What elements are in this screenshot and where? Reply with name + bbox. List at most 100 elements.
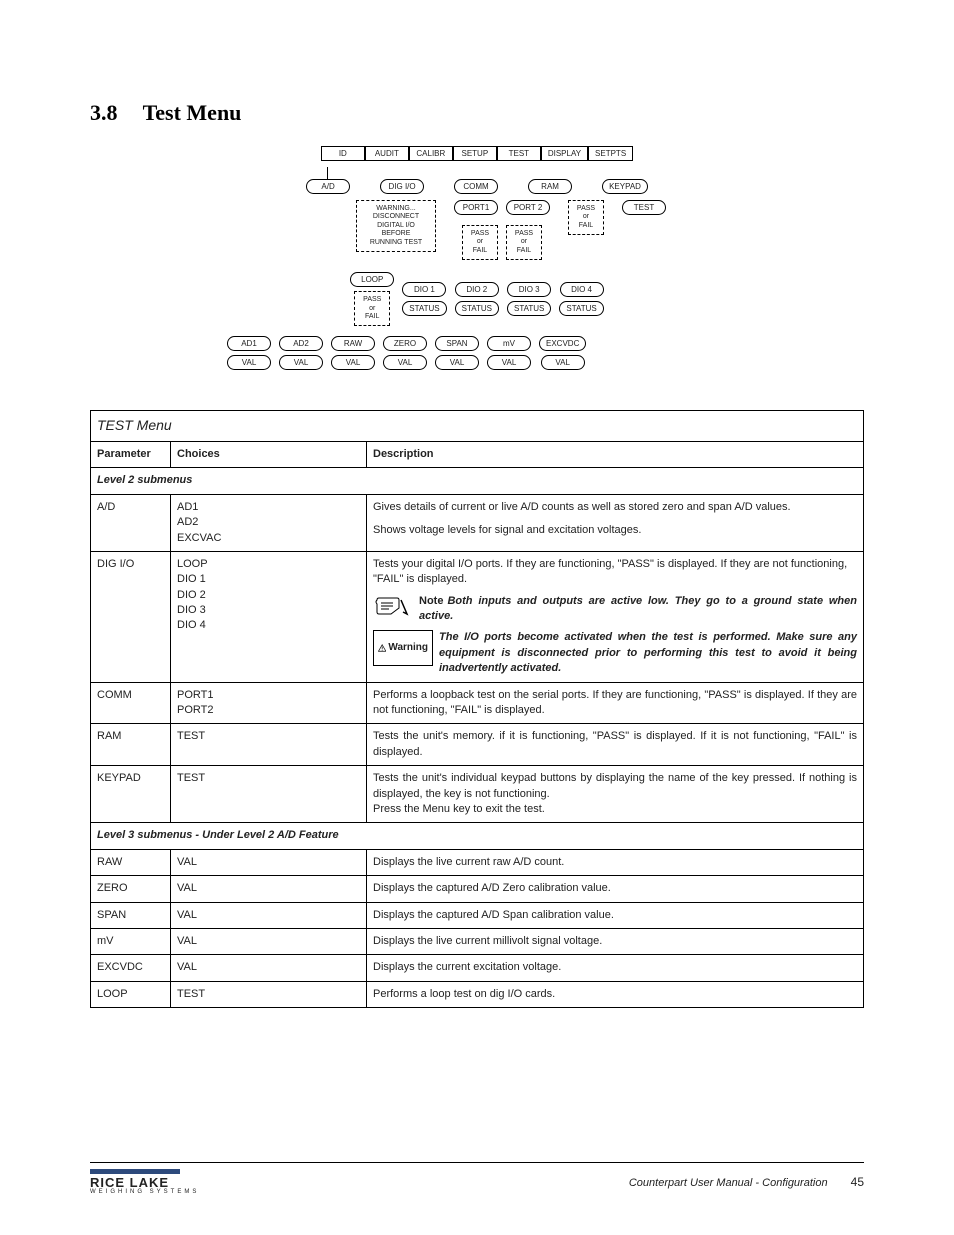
node-ad: A/D: [306, 179, 350, 194]
node-excvdc-val: VAL: [541, 355, 585, 370]
cell-choices: VAL: [171, 902, 367, 928]
cell-desc: Displays the live current raw A/D count.: [367, 849, 864, 875]
table-row: COMM PORT1 PORT2 Performs a loopback tes…: [91, 682, 864, 724]
cell-param: ZERO: [91, 876, 171, 902]
node-ram: RAM: [528, 179, 572, 194]
node-ad1-val: VAL: [227, 355, 271, 370]
cell-choices: VAL: [171, 955, 367, 981]
node-raw: RAW: [331, 336, 375, 351]
loop-result: PASS or FAIL: [354, 291, 390, 326]
cell-param: RAW: [91, 849, 171, 875]
menu-test: TEST: [497, 146, 541, 161]
cell-desc: Displays the captured A/D Span calibrati…: [367, 902, 864, 928]
note-callout: NoteBoth inputs and outputs are active l…: [373, 594, 857, 625]
cell-param: COMM: [91, 682, 171, 724]
note-icon: [373, 594, 413, 618]
cell-desc: Displays the captured A/D Zero calibrati…: [367, 876, 864, 902]
table-row: mV VAL Displays the live current millivo…: [91, 928, 864, 954]
warning-callout: Warning The I/O ports become activated w…: [373, 630, 857, 676]
node-dio1: DIO 1: [402, 282, 446, 297]
cell-choices: VAL: [171, 876, 367, 902]
table-row: DIG I/O LOOP DIO 1 DIO 2 DIO 3 DIO 4 Tes…: [91, 551, 864, 682]
cell-choices: TEST: [171, 724, 367, 766]
digio-warning-box: WARNING... DISCONNECT DIGITAL I/O BEFORE…: [356, 200, 436, 252]
note-body: NoteBoth inputs and outputs are active l…: [419, 594, 857, 625]
warning-label: Warning: [388, 641, 428, 655]
node-mv-val: VAL: [487, 355, 531, 370]
node-span-val: VAL: [435, 355, 479, 370]
table-row: KEYPAD TEST Tests the unit's individual …: [91, 766, 864, 823]
cell-param: RAM: [91, 724, 171, 766]
table-title: TEST Menu: [91, 411, 864, 442]
th-choices: Choices: [171, 441, 367, 467]
table-row: A/D AD1 AD2 EXCVAC Gives details of curr…: [91, 494, 864, 551]
node-ad1: AD1: [227, 336, 271, 351]
node-ad2: AD2: [279, 336, 323, 351]
node-zero: ZERO: [383, 336, 427, 351]
menu-setup: SETUP: [453, 146, 497, 161]
cell-desc: Tests the unit's individual keypad butto…: [367, 766, 864, 823]
desc-text: Gives details of current or live A/D cou…: [373, 500, 857, 515]
cell-choices: LOOP DIO 1 DIO 2 DIO 3 DIO 4: [171, 551, 367, 682]
footer-right: Counterpart User Manual - Configuration …: [629, 1175, 864, 1189]
desc-text: Tests your digital I/O ports. If they ar…: [373, 557, 857, 588]
cell-choices: VAL: [171, 928, 367, 954]
node-excvdc: EXCVDC: [539, 336, 586, 351]
ram-result: PASS or FAIL: [568, 200, 604, 235]
note-label: Note: [419, 595, 443, 607]
cell-param: A/D: [91, 494, 171, 551]
node-dio2: DIO 2: [455, 282, 499, 297]
test-menu-table: TEST Menu Parameter Choices Description …: [90, 410, 864, 1008]
cell-desc: Displays the live current millivolt sign…: [367, 928, 864, 954]
page-footer: RICE LAKE WEIGHING SYSTEMS Counterpart U…: [90, 1162, 864, 1195]
cell-param: LOOP: [91, 981, 171, 1007]
node-dio3-status: STATUS: [507, 301, 551, 316]
cell-param: DIG I/O: [91, 551, 171, 682]
node-zero-val: VAL: [383, 355, 427, 370]
node-dio1-status: STATUS: [402, 301, 446, 316]
footer-logo: RICE LAKE WEIGHING SYSTEMS: [90, 1169, 199, 1195]
node-ad2-val: VAL: [279, 355, 323, 370]
node-keypad-test: TEST: [622, 200, 666, 215]
node-port1: PORT1: [454, 200, 498, 215]
note-text: Both inputs and outputs are active low. …: [419, 595, 857, 622]
logo-main: RICE LAKE: [90, 1176, 199, 1189]
section-title: Test Menu: [143, 100, 242, 125]
node-digio: DIG I/O: [380, 179, 424, 194]
port2-result: PASS or FAIL: [506, 225, 542, 260]
menu-calibr: CALIBR: [409, 146, 453, 161]
cell-choices: AD1 AD2 EXCVAC: [171, 494, 367, 551]
section-number: 3.8: [90, 100, 118, 125]
cell-param: KEYPAD: [91, 766, 171, 823]
table-row: ZERO VAL Displays the captured A/D Zero …: [91, 876, 864, 902]
th-description: Description: [367, 441, 864, 467]
table-row: RAM TEST Tests the unit's memory. if it …: [91, 724, 864, 766]
footer-title: Counterpart User Manual - Configuration: [629, 1177, 828, 1189]
cell-choices: TEST: [171, 981, 367, 1007]
node-keypad: KEYPAD: [602, 179, 648, 194]
node-comm: COMM: [454, 179, 498, 194]
node-mv: mV: [487, 336, 531, 351]
level2-header: Level 2 submenus: [91, 468, 864, 494]
logo-sub: WEIGHING SYSTEMS: [90, 1189, 199, 1195]
cell-choices: TEST: [171, 766, 367, 823]
table-row: RAW VAL Displays the live current raw A/…: [91, 849, 864, 875]
port1-result: PASS or FAIL: [462, 225, 498, 260]
cell-desc: Tests your digital I/O ports. If they ar…: [367, 551, 864, 682]
section-heading: 3.8 Test Menu: [90, 100, 864, 126]
th-parameter: Parameter: [91, 441, 171, 467]
node-dio3: DIO 3: [507, 282, 551, 297]
node-span: SPAN: [435, 336, 479, 351]
menu-setpts: SETPTS: [588, 146, 633, 161]
table-row: SPAN VAL Displays the captured A/D Span …: [91, 902, 864, 928]
node-dio2-status: STATUS: [455, 301, 499, 316]
cell-desc: Displays the current excitation voltage.: [367, 955, 864, 981]
cell-param: mV: [91, 928, 171, 954]
node-loop: LOOP: [350, 272, 394, 287]
cell-desc: Performs a loop test on dig I/O cards.: [367, 981, 864, 1007]
node-dio4-status: STATUS: [559, 301, 603, 316]
table-row: EXCVDC VAL Displays the current excitati…: [91, 955, 864, 981]
cell-param: EXCVDC: [91, 955, 171, 981]
menu-display: DISPLAY: [541, 146, 588, 161]
cell-desc: Tests the unit's memory. if it is functi…: [367, 724, 864, 766]
